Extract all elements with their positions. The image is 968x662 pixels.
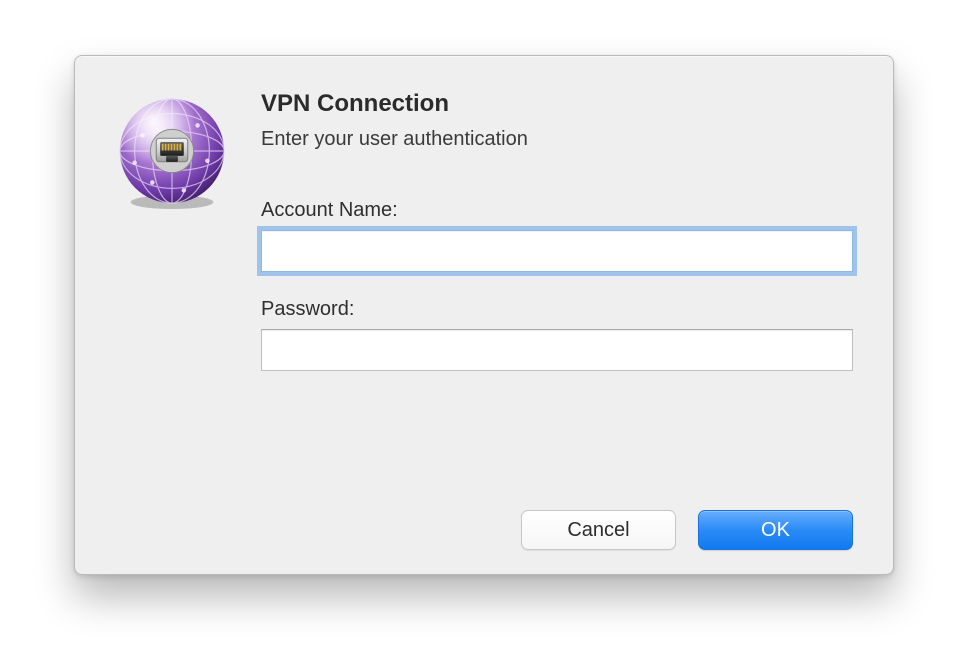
account-name-label: Account Name:	[261, 199, 853, 222]
account-name-input[interactable]	[261, 230, 853, 272]
cancel-button[interactable]: Cancel	[521, 510, 676, 550]
password-input[interactable]	[261, 329, 853, 371]
dialog-subtitle: Enter your user authentication	[261, 128, 853, 151]
dialog-content: VPN Connection Enter your user authentic…	[253, 86, 863, 480]
dialog-title: VPN Connection	[261, 90, 853, 118]
network-globe-icon	[113, 92, 231, 210]
ok-button[interactable]: OK	[698, 510, 853, 550]
dialog-icon-column	[113, 86, 253, 480]
password-field: Password:	[261, 298, 853, 371]
dialog-body: VPN Connection Enter your user authentic…	[113, 86, 863, 480]
password-label: Password:	[261, 298, 853, 321]
vpn-auth-dialog: VPN Connection Enter your user authentic…	[74, 55, 894, 575]
page-background: VPN Connection Enter your user authentic…	[0, 0, 968, 662]
dialog-button-row: Cancel OK	[113, 480, 863, 550]
account-name-field: Account Name:	[261, 199, 853, 272]
